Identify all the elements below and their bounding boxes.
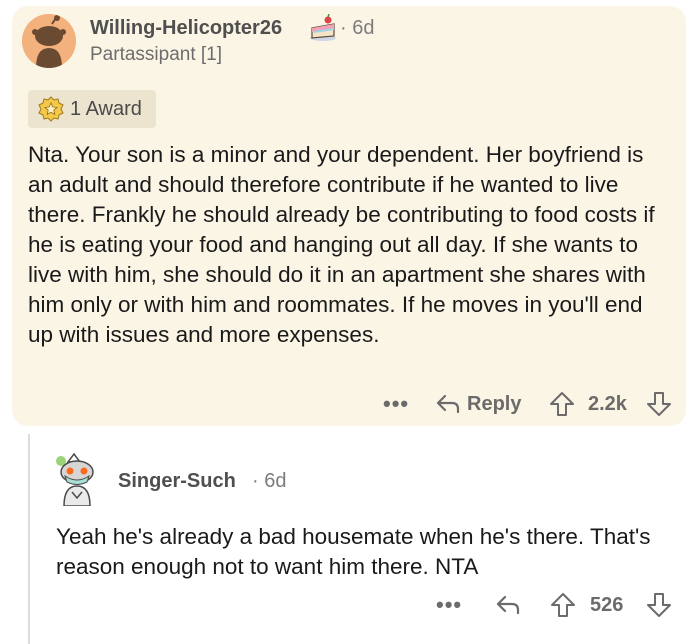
award-label: 1 Award — [70, 97, 142, 120]
upvote-arrow-icon — [551, 593, 575, 617]
award-badge[interactable]: 1 Award — [28, 90, 156, 128]
reply-label: Reply — [467, 392, 522, 415]
vote-count-text: 2.2k — [588, 392, 627, 415]
more-options-label: ••• — [383, 391, 410, 416]
user-flair: Partassipant [1] — [90, 44, 223, 65]
comment-username[interactable]: Willing-Helicopter26 — [90, 17, 282, 40]
cake-day-icon — [308, 13, 338, 42]
reply-timestamp: · 6d — [252, 470, 286, 493]
separator-dot: · — [252, 470, 265, 492]
user-avatar[interactable] — [22, 14, 76, 68]
comment-timestamp: · 6d — [340, 17, 374, 40]
award-icon — [38, 96, 64, 122]
downvote-arrow-icon — [647, 593, 671, 617]
downvote-button[interactable] — [646, 389, 672, 419]
reply-arrow-icon — [436, 394, 460, 414]
reply-body: Yeah he's already a bad housemate when h… — [56, 524, 651, 579]
timestamp-text: 6d — [352, 17, 375, 39]
comment-body: Nta. Your son is a minor and your depend… — [28, 142, 655, 347]
upvote-arrow-icon — [550, 392, 574, 416]
downvote-arrow-icon — [647, 392, 671, 416]
reply-downvote-button[interactable] — [646, 590, 672, 620]
reply-reply-button[interactable] — [496, 590, 520, 620]
snoo-avatar-icon — [22, 14, 76, 68]
reply-username[interactable]: Singer-Such — [118, 470, 236, 493]
vote-count: 2.2k — [588, 389, 627, 419]
reply-more-options-button[interactable]: ••• — [436, 590, 462, 620]
thread-line[interactable] — [28, 434, 30, 644]
reply-vote-count: 526 — [590, 590, 623, 620]
more-options-button[interactable]: ••• — [383, 389, 409, 419]
reply-upvote-button[interactable] — [550, 590, 576, 620]
reply-arrow-icon — [496, 595, 520, 615]
more-options-label: ••• — [436, 592, 463, 617]
reply-button[interactable]: Reply — [436, 389, 521, 419]
vote-count-text: 526 — [590, 593, 624, 616]
upvote-button[interactable] — [549, 389, 575, 419]
timestamp-text: 6d — [264, 470, 287, 492]
separator-dot: · — [340, 17, 353, 39]
reply-user-avatar[interactable] — [52, 452, 102, 507]
snoo-avatar-icon — [56, 452, 94, 507]
